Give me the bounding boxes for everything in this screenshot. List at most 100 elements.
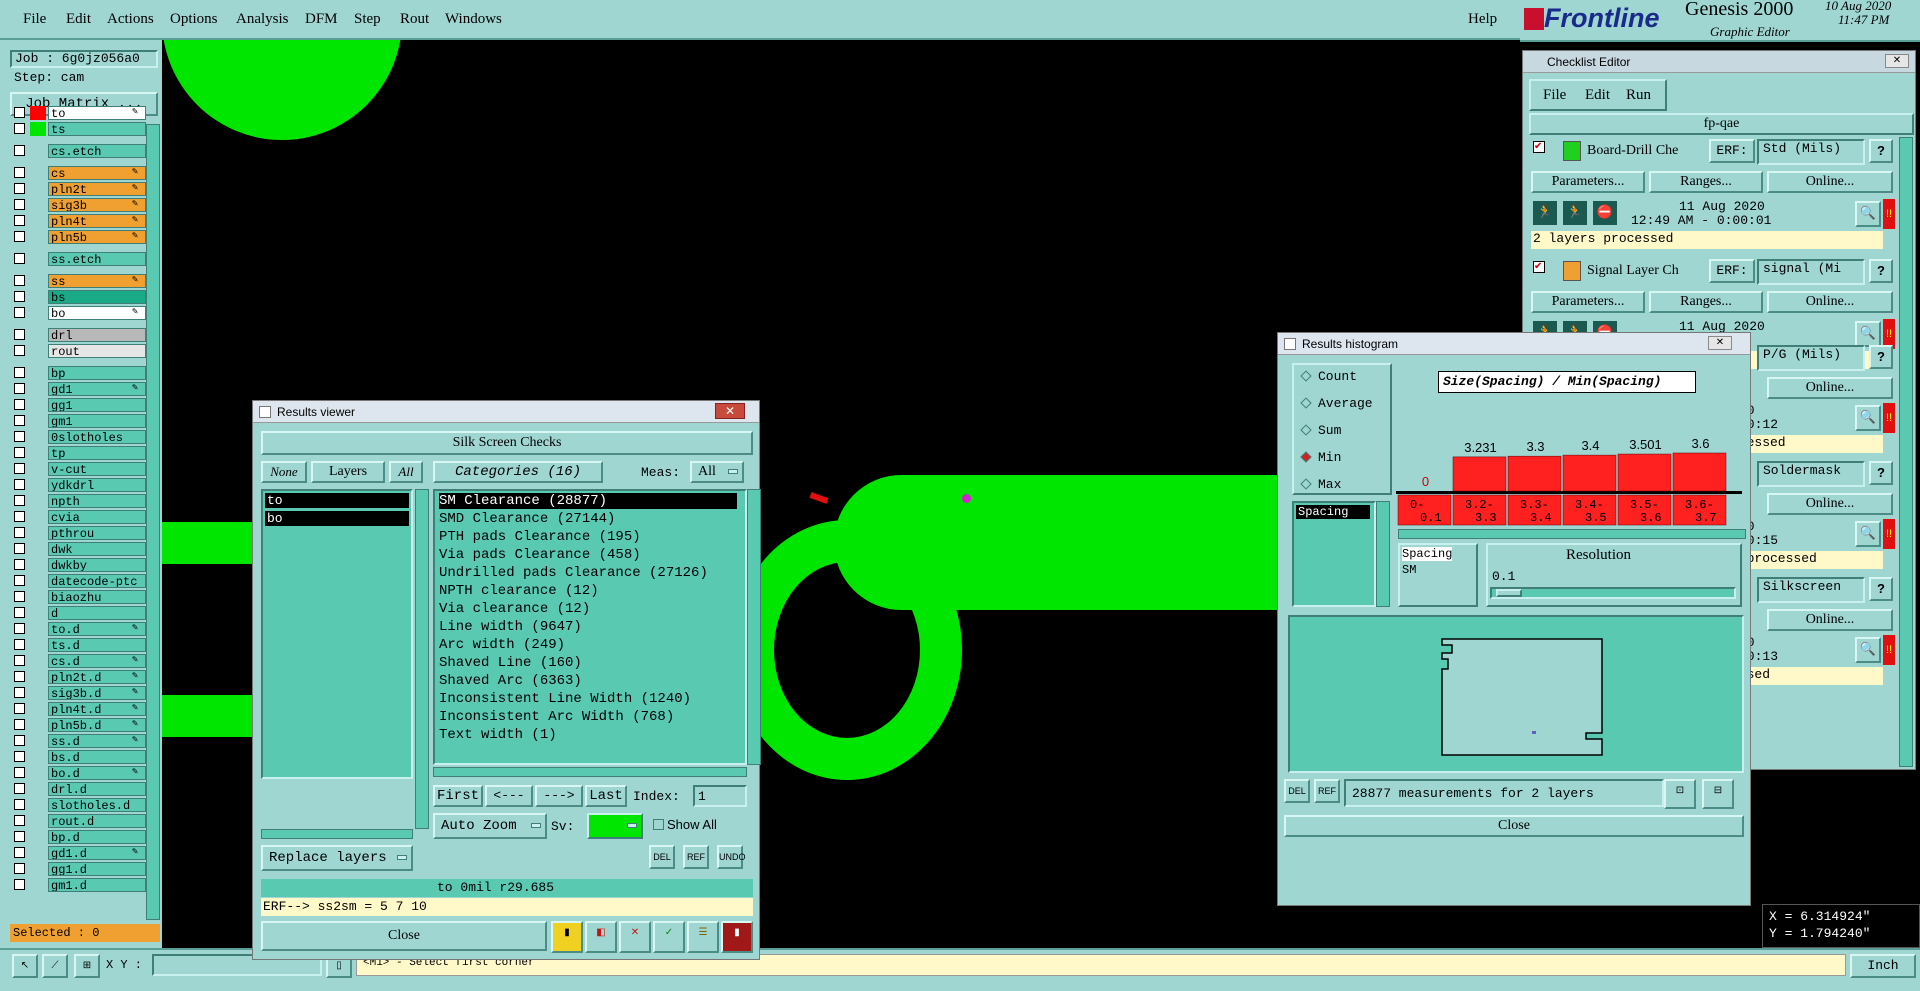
layer-row[interactable]: npth: [14, 494, 146, 508]
check-erf-select[interactable]: signal (Mi: [1757, 259, 1865, 285]
layer-name[interactable]: 0slotholes: [48, 430, 146, 444]
layer-checkbox[interactable]: [14, 815, 25, 826]
layer-color-swatch[interactable]: [30, 686, 46, 700]
layer-checkbox[interactable]: [14, 831, 25, 842]
layer-color-swatch[interactable]: [30, 638, 46, 652]
layer-color-swatch[interactable]: [30, 252, 46, 266]
zoom-home-icon[interactable]: ⊟: [1702, 779, 1734, 809]
layer-checkbox[interactable]: [14, 399, 25, 410]
run-all-icon[interactable]: 🏃: [1561, 199, 1589, 227]
viewer-layer-item[interactable]: to: [265, 493, 409, 508]
layer-row[interactable]: ts.d: [14, 638, 146, 652]
layer-checkbox[interactable]: [14, 199, 25, 210]
layer-name[interactable]: ydkdrl: [48, 478, 146, 492]
ranges-button[interactable]: Ranges...: [1649, 291, 1763, 313]
layer-color-swatch[interactable]: [30, 166, 46, 180]
help-button[interactable]: ?: [1869, 577, 1893, 601]
sv-color-select[interactable]: [587, 813, 643, 839]
layer-name[interactable]: bp: [48, 366, 146, 380]
histogram-option-count[interactable]: Count: [1300, 369, 1357, 384]
layer-checkbox[interactable]: [14, 575, 25, 586]
category-item[interactable]: Line width (9647): [439, 619, 582, 635]
prev-button[interactable]: <---: [485, 785, 533, 807]
layer-color-swatch[interactable]: [30, 344, 46, 358]
layer-row[interactable]: ss.d ✎: [14, 734, 146, 748]
layer-checkbox[interactable]: [14, 275, 25, 286]
category-list[interactable]: SM Clearance (28877) SMD Clearance (27144…: [433, 489, 747, 765]
layer-checkbox[interactable]: [14, 623, 25, 634]
color-legend-icon[interactable]: ▮: [551, 921, 583, 953]
layers-none-button[interactable]: None: [261, 461, 307, 483]
layer-checkbox[interactable]: [14, 415, 25, 426]
layer-name[interactable]: datecode-ptc: [48, 574, 146, 588]
layer-name[interactable]: d: [48, 606, 146, 620]
viewer-del-button[interactable]: DEL: [649, 845, 675, 869]
layer-checkbox[interactable]: [14, 607, 25, 618]
layer-color-swatch[interactable]: [30, 766, 46, 780]
layer-row[interactable]: drl: [14, 328, 146, 342]
layer-color-swatch[interactable]: [30, 782, 46, 796]
layer-color-swatch[interactable]: [30, 798, 46, 812]
layer-checkbox[interactable]: [14, 183, 25, 194]
checklist-menu-edit[interactable]: Edit: [1585, 87, 1610, 104]
highlight-icon[interactable]: ◧: [585, 921, 617, 953]
category-item[interactable]: Arc width (249): [439, 637, 565, 653]
layer-checkbox[interactable]: [14, 145, 25, 156]
category-hscroll[interactable]: [433, 767, 747, 777]
histogram-field-list[interactable]: Spacing: [1292, 501, 1376, 607]
layer-color-swatch[interactable]: [30, 106, 46, 120]
select-tool-icon[interactable]: ↖: [12, 954, 38, 978]
layer-row[interactable]: pln5b ✎: [14, 230, 146, 244]
checklist-close-icon[interactable]: ✕: [1885, 54, 1909, 68]
layer-row[interactable]: bs: [14, 290, 146, 304]
layer-row[interactable]: d: [14, 606, 146, 620]
layer-color-swatch[interactable]: [30, 306, 46, 320]
show-all-checkbox[interactable]: [653, 819, 664, 830]
layer-row[interactable]: ss ✎: [14, 274, 146, 288]
check-erf-select[interactable]: Soldermask: [1757, 461, 1865, 487]
layer-name[interactable]: pthrou: [48, 526, 146, 540]
layer-row[interactable]: bp.d: [14, 830, 146, 844]
layer-name[interactable]: ts: [48, 122, 146, 136]
histogram-bar[interactable]: [1452, 456, 1507, 492]
layer-color-swatch[interactable]: [30, 750, 46, 764]
layer-row[interactable]: gd1 ✎: [14, 382, 146, 396]
histogram-bar[interactable]: [1562, 454, 1617, 492]
layer-row[interactable]: ss.etch: [14, 252, 146, 266]
online-button[interactable]: Online...: [1767, 171, 1893, 193]
viewer-layer-item[interactable]: bo: [265, 511, 409, 526]
units-button[interactable]: Inch: [1850, 954, 1916, 978]
layer-color-swatch[interactable]: [30, 862, 46, 876]
menu-edit[interactable]: Edit: [66, 11, 91, 28]
check-name[interactable]: Board-Drill Che: [1587, 143, 1678, 159]
layer-checkbox[interactable]: [14, 767, 25, 778]
layer-checkbox[interactable]: [14, 591, 25, 602]
layer-row[interactable]: pln2t ✎: [14, 182, 146, 196]
layer-name[interactable]: ss.etch: [48, 252, 146, 266]
menu-help[interactable]: Help: [1468, 11, 1497, 28]
check-erf-select[interactable]: P/G (Mils): [1757, 345, 1865, 371]
category-item[interactable]: Via pads Clearance (458): [439, 547, 641, 563]
layer-row[interactable]: sig3b.d ✎: [14, 686, 146, 700]
layer-checkbox[interactable]: [14, 383, 25, 394]
layer-checkbox[interactable]: [14, 479, 25, 490]
layer-row[interactable]: 0slotholes: [14, 430, 146, 444]
help-button[interactable]: ?: [1869, 259, 1893, 283]
layer-row[interactable]: pthrou: [14, 526, 146, 540]
check-name[interactable]: Signal Layer Ch: [1587, 263, 1679, 279]
layer-color-swatch[interactable]: [30, 446, 46, 460]
layer-color-swatch[interactable]: [30, 494, 46, 508]
layer-row[interactable]: drl.d: [14, 782, 146, 796]
layer-checkbox[interactable]: [14, 231, 25, 242]
histogram-option-average[interactable]: Average: [1300, 396, 1373, 411]
check-erf-select[interactable]: Silkscreen: [1757, 577, 1865, 603]
category-item[interactable]: Via clearance (12): [439, 601, 590, 617]
viewer-undo-button[interactable]: UNDO: [717, 845, 746, 869]
layer-row[interactable]: slotholes.d: [14, 798, 146, 812]
layer-name[interactable]: drl: [48, 328, 146, 342]
next-button[interactable]: --->: [535, 785, 583, 807]
layer-checkbox[interactable]: [14, 345, 25, 356]
layer-color-swatch[interactable]: [30, 182, 46, 196]
layer-name[interactable]: gm1: [48, 414, 146, 428]
layer-row[interactable]: to ✎: [14, 106, 146, 120]
